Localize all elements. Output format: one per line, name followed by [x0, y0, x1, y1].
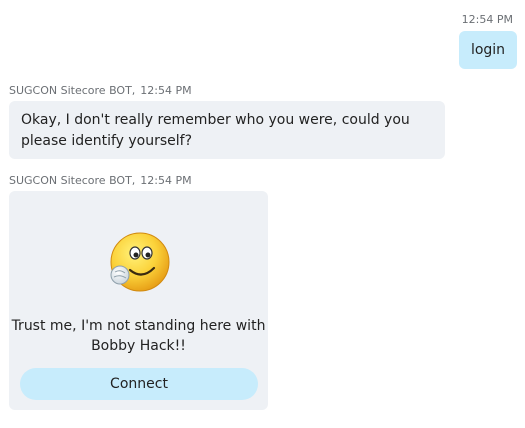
message-time: 12:54 PM	[140, 174, 192, 187]
chat-conversation: 12:54 PM login SUGCON Sitecore BOT, 12:54…	[0, 0, 525, 428]
outgoing-message-bubble: login	[459, 31, 517, 69]
bot-hero-card: Trust me, I'm not standing here with Bob…	[9, 191, 268, 410]
card-text-line: Bobby Hack!!	[91, 338, 186, 354]
outgoing-message-time: 12:54 PM	[461, 13, 513, 26]
connect-button[interactable]: Connect	[20, 368, 258, 400]
smirk-emoji-icon	[110, 232, 170, 292]
sender-name: SUGCON Sitecore BOT,	[9, 84, 136, 97]
message-sender-header: SUGCON Sitecore BOT, 12:54 PM	[9, 174, 192, 187]
card-text: Trust me, I'm not standing here with Bob…	[9, 316, 268, 356]
card-text-line: Trust me, I'm not standing here with	[11, 318, 266, 334]
message-sender-header: SUGCON Sitecore BOT, 12:54 PM	[9, 84, 192, 97]
bot-message-bubble: Okay, I don't really remember who you we…	[9, 101, 445, 159]
message-time: 12:54 PM	[140, 84, 192, 97]
sender-name: SUGCON Sitecore BOT,	[9, 174, 136, 187]
